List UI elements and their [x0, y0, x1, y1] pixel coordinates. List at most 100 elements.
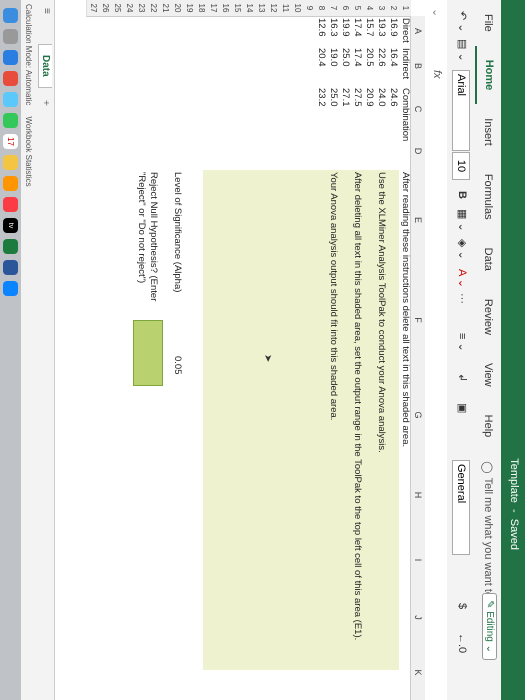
font-size-select[interactable]: 10: [452, 152, 470, 180]
table-cell[interactable]: 20.4: [315, 48, 327, 67]
col-header-d[interactable]: D: [410, 132, 425, 171]
tab-review[interactable]: Review: [482, 285, 494, 349]
tab-view[interactable]: View: [482, 349, 494, 401]
table-cell[interactable]: 27.5: [351, 88, 363, 107]
bold-button[interactable]: B: [454, 188, 470, 202]
table-cell[interactable]: 20.5: [363, 48, 375, 67]
row-header[interactable]: 17: [206, 0, 219, 17]
row-header[interactable]: 9: [302, 0, 315, 17]
currency-button[interactable]: $: [454, 600, 470, 612]
row-header[interactable]: 7: [326, 0, 339, 17]
table-cell[interactable]: 25.0: [327, 88, 339, 107]
row-header[interactable]: 11: [278, 0, 291, 17]
table-cell[interactable]: 27.1: [339, 88, 351, 107]
col-header-a[interactable]: A: [410, 16, 425, 47]
row-header[interactable]: 27: [86, 0, 99, 17]
row-header[interactable]: 14: [242, 0, 255, 17]
sheet-list-icon[interactable]: ≡: [41, 8, 52, 14]
number-format-select[interactable]: General: [452, 460, 470, 555]
row-header[interactable]: 25: [110, 0, 123, 17]
messages-icon[interactable]: [3, 92, 18, 107]
undo-icon[interactable]: ↶ ⌄: [454, 8, 470, 36]
col-header-e[interactable]: E: [410, 170, 425, 271]
paste-icon[interactable]: ▤ ⌄: [454, 36, 470, 65]
tell-me-search[interactable]: ◯ Tell me what you want to do: [482, 461, 495, 613]
wrap-text-icon[interactable]: ↲: [454, 370, 470, 385]
tab-insert[interactable]: Insert: [482, 104, 494, 160]
table-cell[interactable]: 17.4: [351, 48, 363, 67]
row-header[interactable]: 26: [98, 0, 111, 17]
table-cell[interactable]: 23.2: [315, 88, 327, 107]
launchpad-icon[interactable]: [3, 29, 18, 44]
facetime-icon[interactable]: [3, 113, 18, 128]
row-header[interactable]: 2: [386, 0, 399, 17]
col-header-j[interactable]: J: [410, 590, 425, 646]
row-header[interactable]: 23: [134, 0, 147, 17]
workbook-statistics[interactable]: Workbook Statistics: [24, 117, 33, 187]
editing-mode-button[interactable]: ✎ Editing ⌄: [482, 593, 497, 660]
more-options-icon[interactable]: ···: [454, 290, 470, 307]
chrome-icon[interactable]: [3, 71, 18, 86]
col-header-g[interactable]: G: [410, 370, 425, 461]
table-cell[interactable]: 25.0: [339, 48, 351, 67]
row-header[interactable]: 5: [350, 0, 363, 17]
row-header[interactable]: 4: [362, 0, 375, 17]
row-header[interactable]: 1: [398, 0, 411, 17]
add-sheet-icon[interactable]: +: [40, 100, 51, 106]
notes-icon[interactable]: [3, 155, 18, 170]
row-header[interactable]: 24: [122, 0, 135, 17]
row-header[interactable]: 18: [194, 0, 207, 17]
tab-help[interactable]: Help: [482, 401, 494, 452]
row-header[interactable]: 6: [338, 0, 351, 17]
align-icon[interactable]: ≡ ⌄: [454, 330, 470, 355]
excel-icon[interactable]: [3, 239, 18, 254]
fill-color-icon[interactable]: ◈ ⌄: [454, 236, 470, 263]
col-header-f[interactable]: F: [410, 270, 425, 371]
formula-input[interactable]: [429, 90, 445, 690]
table-cell[interactable]: 16.9: [387, 18, 399, 37]
tab-file[interactable]: File: [482, 0, 494, 46]
table-cell[interactable]: 15.7: [363, 18, 375, 37]
appstore-icon[interactable]: [3, 281, 18, 296]
col-header-k[interactable]: K: [410, 645, 425, 700]
tab-formulas[interactable]: Formulas: [482, 160, 494, 234]
table-cell[interactable]: 17.4: [351, 18, 363, 37]
row-header[interactable]: 13: [254, 0, 267, 17]
name-box[interactable]: ⌄: [430, 8, 443, 17]
table-cell[interactable]: 24.0: [375, 88, 387, 107]
merge-icon[interactable]: ▣: [454, 400, 470, 416]
col-header-i[interactable]: I: [410, 530, 425, 591]
finder-icon[interactable]: [3, 8, 18, 23]
row-header[interactable]: 8: [314, 0, 327, 17]
borders-icon[interactable]: ▦ ⌄: [454, 206, 470, 235]
row-header[interactable]: 12: [266, 0, 279, 17]
decimal-icon[interactable]: ←.0: [454, 630, 470, 656]
word-icon[interactable]: [3, 260, 18, 275]
reject-answer-cell[interactable]: [133, 320, 163, 386]
tab-data[interactable]: Data: [482, 234, 494, 285]
col-header-h[interactable]: H: [410, 460, 425, 531]
font-color-icon[interactable]: A ⌄: [454, 266, 470, 291]
header-combination[interactable]: Combination: [399, 88, 411, 141]
safari-icon[interactable]: [3, 50, 18, 65]
output-shaded-area[interactable]: [203, 170, 399, 670]
header-indirect[interactable]: Indirect: [399, 48, 411, 79]
table-cell[interactable]: 19.3: [375, 18, 387, 37]
table-cell[interactable]: 19.0: [327, 48, 339, 67]
photos-icon[interactable]: [3, 176, 18, 191]
calendar-icon[interactable]: 17: [3, 134, 18, 149]
row-header[interactable]: 15: [230, 0, 243, 17]
row-header[interactable]: 3: [374, 0, 387, 17]
font-name-select[interactable]: Arial: [452, 70, 470, 151]
col-header-b[interactable]: B: [410, 46, 425, 87]
sheet-tab-data[interactable]: Data: [38, 44, 52, 88]
row-header[interactable]: 16: [218, 0, 231, 17]
row-header[interactable]: 21: [158, 0, 171, 17]
table-cell[interactable]: 20.9: [363, 88, 375, 107]
table-cell[interactable]: 12.6: [315, 18, 327, 37]
table-cell[interactable]: 19.9: [339, 18, 351, 37]
tv-icon[interactable]: tv: [3, 218, 18, 233]
tab-home[interactable]: Home: [475, 45, 501, 105]
table-cell[interactable]: 22.6: [375, 48, 387, 67]
header-direct[interactable]: Direct: [399, 18, 411, 43]
